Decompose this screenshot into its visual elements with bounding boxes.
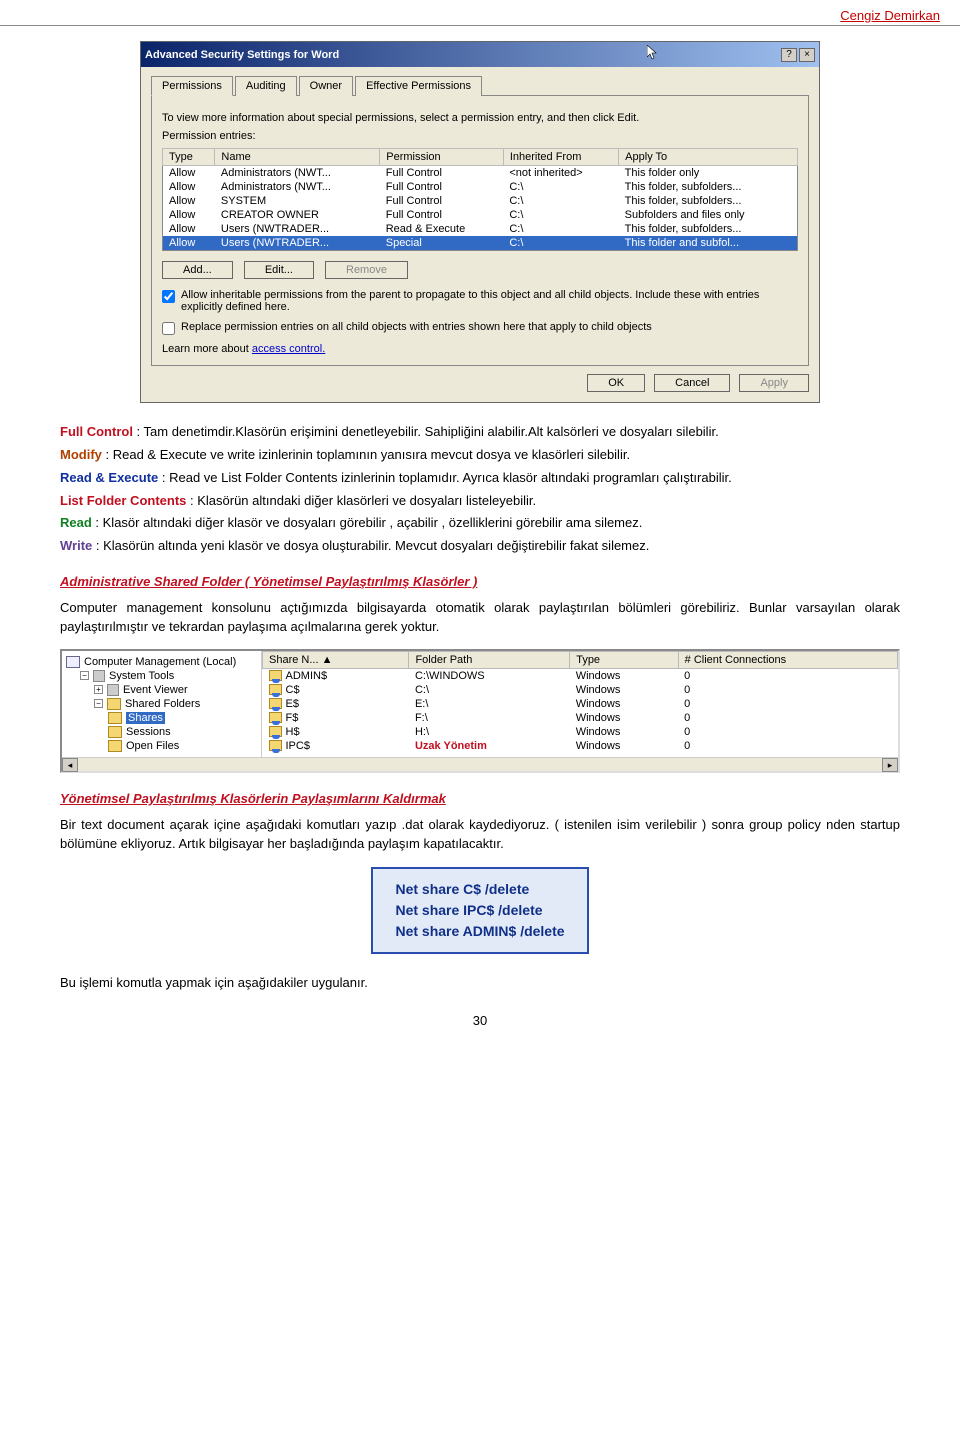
- col-permission[interactable]: Permission: [380, 149, 504, 166]
- expander-icon[interactable]: −: [80, 671, 89, 680]
- remove-shares-heading: Yönetimsel Paylaştırılmış Klasörlerin Pa…: [60, 791, 900, 806]
- dialog-title: Advanced Security Settings for Word: [145, 49, 647, 61]
- term-write: Write: [60, 538, 92, 553]
- scroll-right-icon[interactable]: ▸: [882, 758, 898, 772]
- tools-icon: [93, 670, 105, 682]
- help-button[interactable]: ?: [781, 48, 797, 62]
- dialog-tabs: Permissions Auditing Owner Effective Per…: [151, 75, 809, 96]
- share-folder-icon: [269, 684, 282, 695]
- folder-icon: [108, 726, 122, 738]
- table-row[interactable]: AllowCREATOR OWNERFull ControlC:\Subfold…: [163, 208, 798, 222]
- share-folder-icon: [269, 670, 282, 681]
- share-folder-icon: [269, 726, 282, 737]
- tree-shared-folders[interactable]: Shared Folders: [125, 698, 200, 710]
- term-modify: Modify: [60, 447, 102, 462]
- apply-button[interactable]: Apply: [739, 374, 809, 392]
- admin-shared-heading: Administrative Shared Folder ( Yönetimse…: [60, 574, 900, 589]
- inherit-label: Allow inheritable permissions from the p…: [181, 289, 798, 313]
- table-row[interactable]: AllowAdministrators (NWT...Full ControlC…: [163, 180, 798, 194]
- col-clients[interactable]: # Client Connections: [678, 651, 897, 668]
- replace-label: Replace permission entries on all child …: [181, 321, 652, 333]
- col-type[interactable]: Type: [163, 149, 215, 166]
- dialog-intro: To view more information about special p…: [162, 112, 798, 124]
- tab-owner[interactable]: Owner: [299, 76, 353, 96]
- tab-permissions[interactable]: Permissions: [151, 76, 233, 96]
- cm-tree: Computer Management (Local) − System Tool…: [62, 651, 262, 757]
- col-name[interactable]: Name: [215, 149, 380, 166]
- tree-shares[interactable]: Shares: [126, 712, 165, 724]
- col-inherited[interactable]: Inherited From: [503, 149, 618, 166]
- cmd-follow-paragraph: Bu işlemi komutla yapmak için aşağıdakil…: [60, 974, 900, 993]
- term-read-execute: Read & Execute: [60, 470, 158, 485]
- advanced-security-dialog: Advanced Security Settings for Word ? × …: [140, 41, 820, 403]
- admin-shared-paragraph: Computer management konsolunu açtığımızd…: [60, 599, 900, 637]
- security-dialog-figure: Advanced Security Settings for Word ? × …: [60, 41, 900, 403]
- remove-shares-paragraph: Bir text document açarak içine aşağıdaki…: [60, 816, 900, 854]
- cmd-line-3: Net share ADMIN$ /delete: [395, 921, 564, 942]
- term-full-control: Full Control: [60, 424, 133, 439]
- folder-icon: [108, 712, 122, 724]
- tab-effective[interactable]: Effective Permissions: [355, 76, 482, 96]
- add-button[interactable]: Add...: [162, 261, 233, 279]
- folder-icon: [108, 740, 122, 752]
- scroll-left-icon[interactable]: ◂: [62, 758, 78, 772]
- term-read: Read: [60, 515, 92, 530]
- tree-open-files[interactable]: Open Files: [126, 740, 179, 752]
- tab-auditing[interactable]: Auditing: [235, 76, 297, 96]
- share-folder-icon: [269, 698, 282, 709]
- list-item[interactable]: ADMIN$C:\WINDOWSWindows0: [263, 668, 898, 683]
- tree-sessions[interactable]: Sessions: [126, 726, 171, 738]
- cancel-button[interactable]: Cancel: [654, 374, 730, 392]
- term-list-folder: List Folder Contents: [60, 493, 186, 508]
- table-row[interactable]: AllowSYSTEMFull ControlC:\This folder, s…: [163, 194, 798, 208]
- table-row[interactable]: AllowAdministrators (NWT...Full Control<…: [163, 166, 798, 181]
- shares-list: Share N... ▲ Folder Path Type # Client C…: [262, 651, 898, 757]
- table-row[interactable]: AllowUsers (NWTRADER...Read & ExecuteC:\…: [163, 222, 798, 236]
- col-type[interactable]: Type: [570, 651, 678, 668]
- horizontal-scrollbar[interactable]: ◂ ▸: [62, 757, 898, 771]
- col-apply[interactable]: Apply To: [619, 149, 798, 166]
- list-item[interactable]: C$C:\Windows0: [263, 683, 898, 697]
- table-row[interactable]: AllowUsers (NWTRADER...SpecialC:\This fo…: [163, 236, 798, 251]
- folder-icon: [107, 698, 121, 710]
- col-folder-path[interactable]: Folder Path: [409, 651, 570, 668]
- page-number: 30: [60, 1013, 900, 1028]
- remove-button[interactable]: Remove: [325, 261, 408, 279]
- close-button[interactable]: ×: [799, 48, 815, 62]
- permission-descriptions: Full Control : Tam denetimdir.Klasörün e…: [60, 423, 900, 556]
- replace-checkbox[interactable]: [162, 322, 175, 335]
- cmd-line-1: Net share C$ /delete: [395, 879, 564, 900]
- author-name: Cengiz Demirkan: [0, 0, 960, 26]
- share-folder-icon: [269, 740, 282, 751]
- cmd-line-2: Net share IPC$ /delete: [395, 900, 564, 921]
- tree-system-tools[interactable]: System Tools: [109, 670, 174, 682]
- expander-icon[interactable]: +: [94, 685, 103, 694]
- tree-root[interactable]: Computer Management (Local): [84, 656, 236, 668]
- edit-button[interactable]: Edit...: [244, 261, 314, 279]
- dialog-titlebar: Advanced Security Settings for Word ? ×: [141, 42, 819, 67]
- inherit-checkbox[interactable]: [162, 290, 175, 303]
- learn-more: Learn more about access control.: [162, 343, 798, 355]
- event-viewer-icon: [107, 684, 119, 696]
- cursor-icon: [647, 45, 659, 64]
- list-item[interactable]: F$F:\Windows0: [263, 711, 898, 725]
- permissions-table: Type Name Permission Inherited From Appl…: [162, 148, 798, 251]
- list-item[interactable]: E$E:\Windows0: [263, 697, 898, 711]
- entries-label: Permission entries:: [162, 130, 798, 142]
- command-box: Net share C$ /delete Net share IPC$ /del…: [371, 867, 588, 954]
- col-share-name[interactable]: Share N... ▲: [263, 651, 409, 668]
- expander-icon[interactable]: −: [94, 699, 103, 708]
- computer-icon: [66, 656, 80, 668]
- share-folder-icon: [269, 712, 282, 723]
- list-item[interactable]: IPC$Uzak YönetimWindows0: [263, 739, 898, 753]
- ok-button[interactable]: OK: [587, 374, 645, 392]
- computer-management-figure: Computer Management (Local) − System Tool…: [60, 649, 900, 773]
- list-item[interactable]: H$H:\Windows0: [263, 725, 898, 739]
- tree-event-viewer[interactable]: Event Viewer: [123, 684, 188, 696]
- access-control-link[interactable]: access control.: [252, 343, 325, 355]
